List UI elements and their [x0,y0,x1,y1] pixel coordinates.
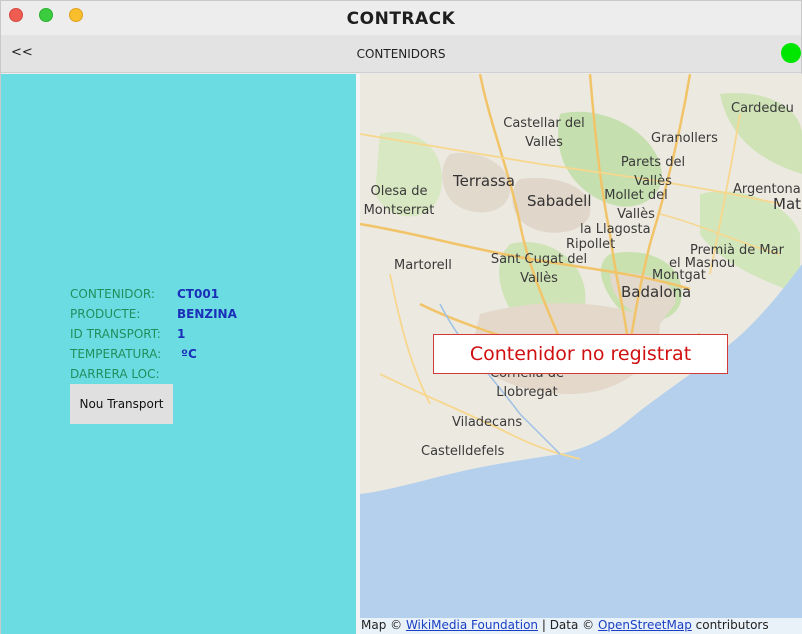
openstreetmap-link[interactable]: OpenStreetMap [598,618,692,632]
container-info: CONTENIDOR: CT001 PRODUCTE: BENZINA ID T… [70,284,237,384]
detail-row-transport-id: ID TRANSPORT: 1 [70,324,237,344]
map-label-sabadell: Sabadell [527,192,592,210]
map-label-mollet: Mollet del Vallès [604,188,668,222]
detail-label: ID TRANSPORT: [70,327,161,341]
detail-value: 1 [177,327,186,341]
map-label-granollers: Granollers [651,131,718,146]
window-title: CONTRACK [346,9,456,29]
map-popup-message: Contenidor no registrat [433,334,728,374]
connection-status-indicator [781,43,801,63]
map-view[interactable]: Castellar del Vallès Cardedeu Granollers… [360,74,802,634]
detail-row-temperature: TEMPERATURA: ºC [70,344,237,364]
app-window: CONTRACK << CONTENIDORS CONTENIDOR: CT00… [0,0,802,634]
wikimedia-link[interactable]: WikiMedia Foundation [406,618,538,632]
attribution-prefix: Map © [361,618,406,632]
map-label-castelldefels: Castelldefels [421,444,505,459]
detail-row-last-location: DARRERA LOC: [70,364,237,384]
toolbar: << CONTENIDORS [1,35,801,73]
map-label-terrassa: Terrassa [453,172,515,190]
map-label-mat: Mat [773,195,802,213]
detail-value: BENZINA [177,307,237,321]
map-label-olesa: Olesa de Montserrat [363,184,435,218]
title-bar: CONTRACK [1,1,801,35]
map-label-badalona: Badalona [621,283,692,301]
map-label-viladecans: Viladecans [452,415,523,430]
detail-value: CT001 [177,287,220,301]
section-title: CONTENIDORS [356,47,446,61]
map-label-martorell: Martorell [394,258,452,273]
detail-row-product: PRODUCTE: BENZINA [70,304,237,324]
map-attribution: Map © WikiMedia Foundation | Data © Open… [360,618,802,634]
detail-label: PRODUCTE: [70,307,141,321]
attribution-suffix: contributors [691,618,769,632]
detail-label: CONTENIDOR: [70,287,155,301]
map-label-santcugat: Sant Cugat del Vallès [490,252,588,286]
container-details-panel: CONTENIDOR: CT001 PRODUCTE: BENZINA ID T… [1,74,356,634]
attribution-middle: | Data © [538,618,598,632]
new-transport-button[interactable]: Nou Transport [70,384,173,424]
detail-row-container: CONTENIDOR: CT001 [70,284,237,304]
detail-label: DARRERA LOC: [70,367,160,381]
detail-label: TEMPERATURA: [70,347,162,361]
map-label-castellar: Castellar del Vallès [503,116,585,150]
detail-value: ºC [177,347,197,361]
map-label-cardedeu: Cardedeu [731,101,794,116]
